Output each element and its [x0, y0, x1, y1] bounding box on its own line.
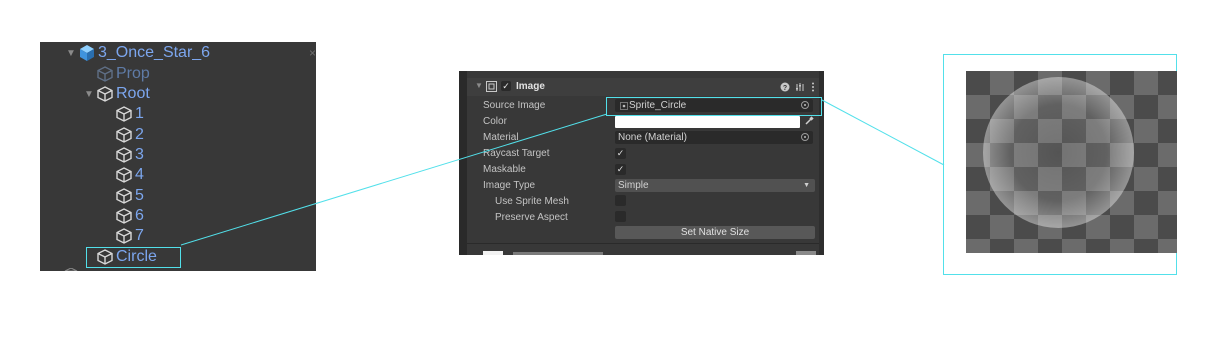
- connector-line-inspector-to-preview: [821, 99, 945, 166]
- connector-line-hierarchy-to-inspector: [180, 113, 608, 246]
- callout-connector-lines: [180, 99, 945, 246]
